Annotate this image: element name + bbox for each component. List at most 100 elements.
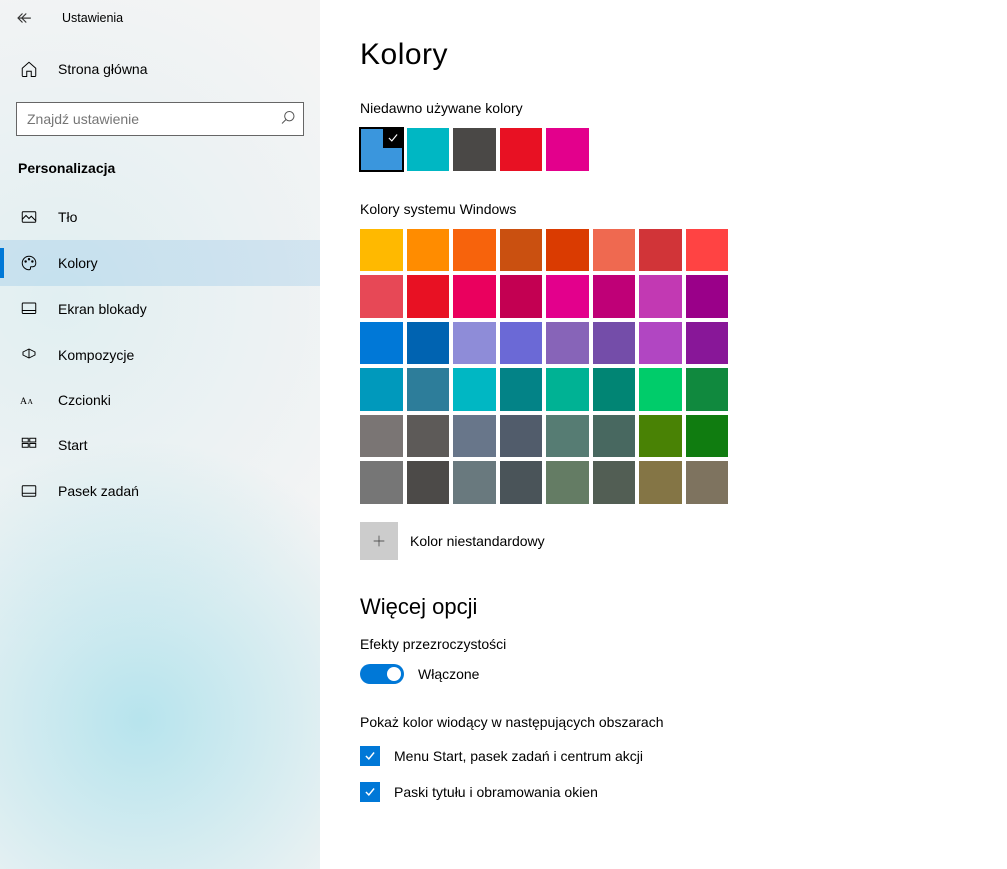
windows-color-swatch[interactable] <box>686 275 729 318</box>
accent-areas-label: Pokaż kolor wiodący w następujących obsz… <box>360 714 967 730</box>
windows-color-swatch[interactable] <box>407 368 450 411</box>
transparency-label: Efekty przezroczystości <box>360 636 967 652</box>
windows-color-swatch[interactable] <box>453 461 496 504</box>
windows-color-swatch[interactable] <box>546 415 589 458</box>
windows-color-swatch[interactable] <box>593 229 636 272</box>
page-title: Kolory <box>360 38 967 72</box>
nav-colors[interactable]: Kolory <box>0 240 320 286</box>
windows-color-swatch[interactable] <box>407 275 450 318</box>
windows-color-swatch[interactable] <box>639 275 682 318</box>
windows-color-swatch[interactable] <box>639 322 682 365</box>
nav-label: Kompozycje <box>58 347 134 363</box>
transparency-toggle[interactable] <box>360 664 404 684</box>
custom-color-row: Kolor niestandardowy <box>360 522 967 560</box>
sidebar-nav: Tło Kolory Ekran blokady Kompozycje <box>0 194 320 514</box>
windows-color-swatch[interactable] <box>593 368 636 411</box>
windows-color-swatch[interactable] <box>360 322 403 365</box>
windows-color-swatch[interactable] <box>360 415 403 458</box>
windows-color-swatch[interactable] <box>639 415 682 458</box>
recent-color-swatch[interactable] <box>360 128 403 171</box>
windows-color-swatch[interactable] <box>593 461 636 504</box>
start-icon <box>20 436 38 454</box>
windows-color-swatch[interactable] <box>360 461 403 504</box>
content-area: Kolory Niedawno używane kolory Kolory sy… <box>320 0 1007 869</box>
windows-color-swatch[interactable] <box>407 415 450 458</box>
windows-color-swatch[interactable] <box>686 229 729 272</box>
svg-text:A: A <box>20 396 27 407</box>
nav-background[interactable]: Tło <box>0 194 320 240</box>
windows-color-swatch[interactable] <box>407 229 450 272</box>
checkbox-label: Menu Start, pasek zadań i centrum akcji <box>394 748 643 764</box>
windows-color-swatch[interactable] <box>639 368 682 411</box>
search-box[interactable] <box>16 102 304 136</box>
recent-color-swatch[interactable] <box>407 128 450 171</box>
window-title: Ustawienia <box>62 11 123 25</box>
nav-label: Czcionki <box>58 392 111 408</box>
custom-color-label: Kolor niestandardowy <box>410 533 545 549</box>
windows-color-swatch[interactable] <box>593 275 636 318</box>
category-title: Personalizacja <box>0 152 320 194</box>
search-icon <box>280 110 296 129</box>
recent-color-swatch[interactable] <box>546 128 589 171</box>
windows-color-swatch[interactable] <box>360 229 403 272</box>
windows-color-swatch[interactable] <box>360 275 403 318</box>
windows-color-swatch[interactable] <box>453 275 496 318</box>
recent-colors-grid <box>360 128 730 171</box>
windows-color-swatch[interactable] <box>453 322 496 365</box>
windows-color-swatch[interactable] <box>407 322 450 365</box>
windows-colors-label: Kolory systemu Windows <box>360 201 967 217</box>
windows-color-swatch[interactable] <box>407 461 450 504</box>
add-color-button[interactable] <box>360 522 398 560</box>
windows-color-swatch[interactable] <box>546 322 589 365</box>
sidebar: Ustawienia Strona główna Personalizacja … <box>0 0 320 869</box>
windows-color-swatch[interactable] <box>639 461 682 504</box>
windows-color-swatch[interactable] <box>360 368 403 411</box>
windows-color-swatch[interactable] <box>686 322 729 365</box>
nav-lockscreen[interactable]: Ekran blokady <box>0 286 320 332</box>
back-button[interactable] <box>8 9 40 27</box>
checkbox-row-titlebars: Paski tytułu i obramowania okien <box>360 782 967 802</box>
windows-color-swatch[interactable] <box>546 461 589 504</box>
checkbox-start-taskbar[interactable] <box>360 746 380 766</box>
windows-color-swatch[interactable] <box>500 322 543 365</box>
themes-icon <box>20 346 38 364</box>
checkbox-label: Paski tytułu i obramowania okien <box>394 784 598 800</box>
windows-color-swatch[interactable] <box>686 461 729 504</box>
nav-fonts[interactable]: AA Czcionki <box>0 378 320 422</box>
palette-icon <box>20 254 38 272</box>
nav-themes[interactable]: Kompozycje <box>0 332 320 378</box>
windows-color-swatch[interactable] <box>500 368 543 411</box>
nav-label: Ekran blokady <box>58 301 147 317</box>
windows-color-swatch[interactable] <box>546 368 589 411</box>
selected-check-icon <box>383 128 403 148</box>
windows-color-swatch[interactable] <box>453 415 496 458</box>
windows-color-swatch[interactable] <box>546 229 589 272</box>
windows-color-swatch[interactable] <box>453 229 496 272</box>
recent-color-swatch[interactable] <box>453 128 496 171</box>
taskbar-icon <box>20 482 38 500</box>
windows-color-swatch[interactable] <box>639 229 682 272</box>
nav-label: Start <box>58 437 88 453</box>
windows-color-swatch[interactable] <box>593 415 636 458</box>
windows-color-swatch[interactable] <box>686 368 729 411</box>
nav-label: Tło <box>58 209 77 225</box>
nav-label: Kolory <box>58 255 98 271</box>
windows-color-swatch[interactable] <box>546 275 589 318</box>
transparency-toggle-row: Włączone <box>360 664 967 684</box>
windows-color-swatch[interactable] <box>686 415 729 458</box>
more-options-heading: Więcej opcji <box>360 594 967 620</box>
checkbox-titlebars[interactable] <box>360 782 380 802</box>
windows-color-swatch[interactable] <box>500 275 543 318</box>
windows-color-swatch[interactable] <box>453 368 496 411</box>
nav-taskbar[interactable]: Pasek zadań <box>0 468 320 514</box>
windows-color-swatch[interactable] <box>500 415 543 458</box>
windows-color-swatch[interactable] <box>593 322 636 365</box>
windows-color-swatch[interactable] <box>500 461 543 504</box>
windows-color-swatch[interactable] <box>500 229 543 272</box>
settings-window: Ustawienia Strona główna Personalizacja … <box>0 0 1007 869</box>
lockscreen-icon <box>20 300 38 318</box>
search-input[interactable] <box>16 102 304 136</box>
recent-color-swatch[interactable] <box>500 128 543 171</box>
nav-start[interactable]: Start <box>0 422 320 468</box>
home-link[interactable]: Strona główna <box>0 36 320 90</box>
